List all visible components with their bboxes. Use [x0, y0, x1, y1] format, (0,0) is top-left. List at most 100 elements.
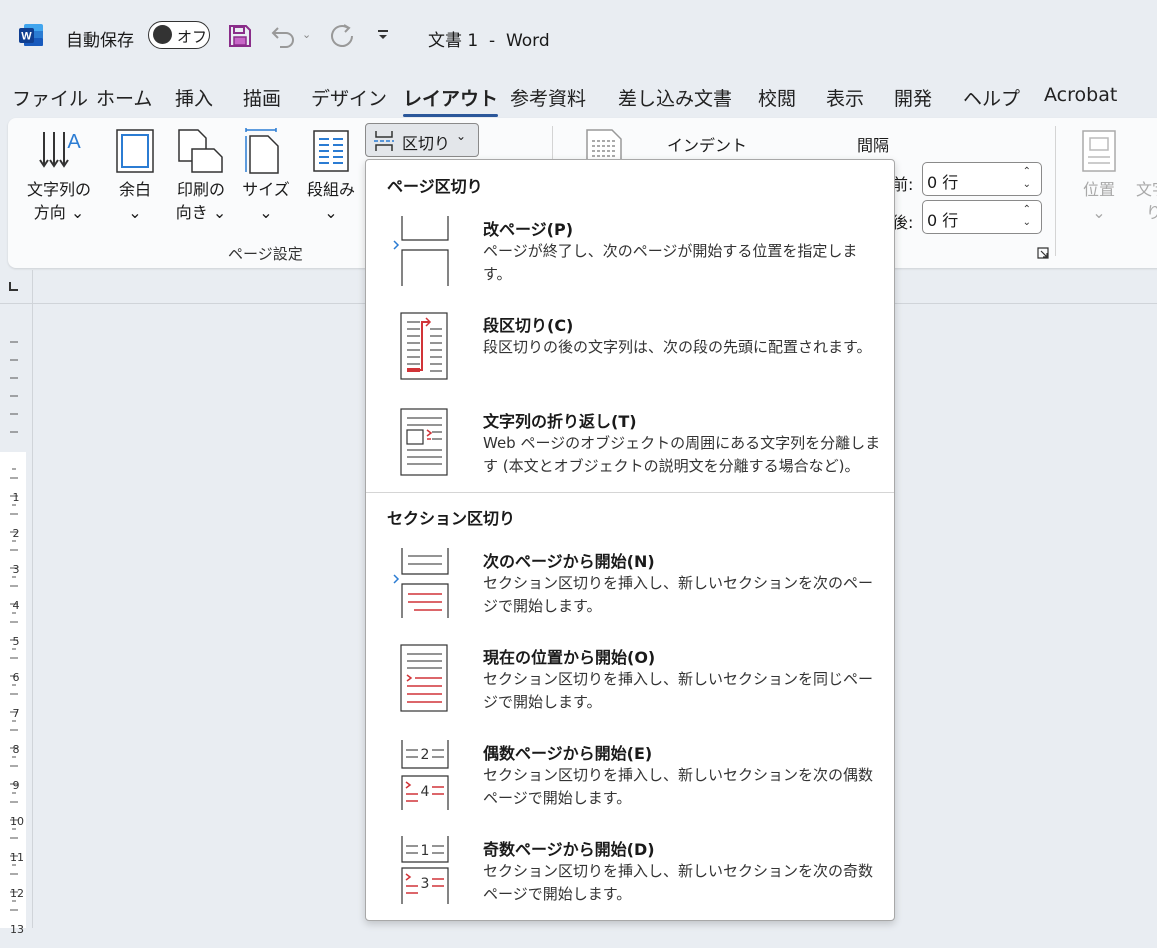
- page-break-item[interactable]: 改ページ(P) ページが終了し、次のページが開始する位置を指定します。: [366, 216, 894, 308]
- ruler-number: 9: [12, 779, 20, 792]
- column-break-item[interactable]: 段区切り(C) 段区切りの後の文字列は、次の段の先頭に配置されます。: [366, 312, 894, 404]
- dialog-launcher-icon[interactable]: [1037, 247, 1049, 259]
- wrap-text-label-1: 文字: [1136, 180, 1157, 199]
- redo-icon[interactable]: [328, 22, 356, 50]
- item-description: セクション区切りを挿入し、新しいセクションを次の奇数ページで開始します。: [483, 862, 874, 903]
- tab-file[interactable]: ファイル: [12, 84, 88, 111]
- spacing-before-value: 0 行: [927, 173, 959, 192]
- ruler-number: 10: [10, 815, 24, 828]
- tab-references[interactable]: 参考資料: [510, 84, 586, 111]
- svg-text:A: A: [67, 131, 81, 153]
- column-break-icon: [400, 312, 448, 380]
- size-label: サイズ: [242, 180, 290, 199]
- orientation-button[interactable]: 印刷の 向き ⌄: [168, 178, 234, 226]
- ruler-number: 8: [12, 743, 20, 756]
- size-button[interactable]: サイズ ⌄: [238, 178, 294, 226]
- item-title: 段区切り(C): [483, 316, 574, 335]
- spinner-arrows-icon[interactable]: ⌃ ⌄: [1023, 203, 1031, 229]
- ribbon-tabs: ファイル ホーム 挿入 描画 デザイン レイアウト 参考資料 差し込み文書 校閲…: [0, 78, 1157, 117]
- breaks-dropdown: ページ区切り 改ページ(P) ページが終了し、次のページが開始する位置を指定しま…: [365, 159, 895, 921]
- customize-toolbar-icon[interactable]: [376, 28, 390, 42]
- next-page-section-item[interactable]: 次のページから開始(N) セクション区切りを挿入し、新しいセクションを次のページ…: [366, 548, 894, 640]
- spacing-after-value: 0 行: [927, 211, 959, 230]
- continuous-section-icon: [400, 644, 448, 712]
- columns-button[interactable]: 段組み ⌄: [302, 178, 360, 226]
- item-title: 偶数ページから開始(E): [483, 744, 653, 763]
- position-button[interactable]: 位置 ⌄: [1074, 178, 1124, 226]
- save-icon[interactable]: [228, 24, 252, 48]
- text-direction-icon: A: [39, 131, 81, 168]
- ruler-number: 6: [12, 671, 20, 684]
- tab-developer[interactable]: 開発: [894, 84, 932, 111]
- text-direction-button[interactable]: 文字列の 方向 ⌄: [18, 178, 100, 226]
- margins-label: 余白: [118, 180, 151, 199]
- tab-design[interactable]: デザイン: [311, 84, 387, 111]
- breaks-button[interactable]: 区切り ⌄: [365, 123, 479, 157]
- vertical-ruler-numbers: 1 2 3 4 5 6 7 8 9 10 11 12 13: [10, 480, 24, 948]
- breaks-chevron-icon: ⌄: [456, 129, 467, 143]
- margins-icon: [116, 129, 154, 173]
- tab-home[interactable]: ホーム: [96, 84, 152, 111]
- tab-selector-icon[interactable]: [8, 282, 18, 292]
- item-description: セクション区切りを挿入し、新しいセクションを次のページで開始します。: [483, 574, 874, 615]
- orientation-label-1: 印刷の: [176, 180, 225, 199]
- item-title: 次のページから開始(N): [483, 552, 655, 571]
- item-description: ページが終了し、次のページが開始する位置を指定します。: [483, 242, 858, 283]
- orientation-icon: [178, 129, 223, 173]
- odd-page-section-item[interactable]: 1 3 奇数ページから開始(D) セクション区切りを挿入し、新しいセクションを次…: [366, 836, 894, 928]
- odd-top-number: 1: [421, 843, 430, 859]
- tab-help[interactable]: ヘルプ: [963, 84, 1020, 111]
- margins-button[interactable]: 余白 ⌄: [110, 178, 160, 226]
- tab-view[interactable]: 表示: [826, 84, 864, 111]
- undo-dropdown-icon[interactable]: ⌄: [302, 28, 311, 41]
- tab-mailings[interactable]: 差し込み文書: [618, 84, 732, 111]
- item-title: 改ページ(P): [483, 220, 574, 239]
- tab-acrobat[interactable]: Acrobat: [1044, 84, 1117, 106]
- spacing-after-label: 後:: [892, 213, 914, 232]
- page-break-icon: [393, 216, 449, 286]
- item-description: セクション区切りを挿入し、新しいセクションを同じページで開始します。: [483, 670, 874, 711]
- even-top-number: 2: [421, 747, 430, 763]
- tab-draw[interactable]: 描画: [243, 84, 281, 111]
- ruler-number: 11: [10, 851, 24, 864]
- autosave-toggle[interactable]: オフ: [148, 21, 210, 49]
- text-wrapping-item[interactable]: 文字列の折り返し(T) Web ページのオブジェクトの周囲にある文字列を分離しま…: [366, 408, 894, 500]
- ruler-number: 7: [12, 707, 20, 720]
- spacing-after-input[interactable]: 0 行 ⌃ ⌄: [922, 200, 1042, 234]
- title-bar: W 自動保存 オフ ⌄ 文書 1 - Word: [0, 0, 1157, 72]
- word-logo-icon: W: [19, 24, 43, 46]
- item-title: 現在の位置から開始(O): [483, 648, 656, 667]
- next-page-section-icon: [393, 548, 449, 618]
- spinner-arrows-icon[interactable]: ⌃ ⌄: [1023, 165, 1031, 191]
- section-divider: [366, 492, 894, 493]
- item-description: 段区切りの後の文字列は、次の段の先頭に配置されます。: [483, 338, 872, 356]
- toggle-knob: [153, 25, 172, 44]
- ruler-divider: [32, 270, 33, 928]
- columns-icon: [313, 130, 349, 172]
- even-bottom-number: 4: [421, 784, 430, 800]
- vertical-ruler: 1 2 3 4 5 6 7 8 9 10 11 12 13: [0, 300, 30, 936]
- tab-insert[interactable]: 挿入: [175, 84, 213, 111]
- tab-review[interactable]: 校閲: [758, 84, 796, 111]
- columns-label: 段組み: [306, 180, 355, 199]
- tab-layout[interactable]: レイアウト: [403, 84, 499, 117]
- page-breaks-heading: ページ区切り: [387, 177, 483, 196]
- svg-text:W: W: [21, 31, 32, 43]
- breaks-label: 区切り: [402, 134, 451, 153]
- position-label: 位置: [1082, 180, 1115, 199]
- line-numbers-icon[interactable]: [586, 129, 622, 159]
- continuous-section-item[interactable]: 現在の位置から開始(O) セクション区切りを挿入し、新しいセクションを同じページ…: [366, 644, 894, 736]
- undo-icon[interactable]: [270, 22, 298, 50]
- autosave-state: オフ: [177, 28, 208, 46]
- item-description: Web ページのオブジェクトの周囲にある文字列を分離します (本文とオブジェクト…: [483, 434, 881, 475]
- even-page-section-item[interactable]: 2 4 偶数ページから開始(E) セクション区切りを挿入し、新しいセクションを次…: [366, 740, 894, 832]
- spacing-before-input[interactable]: 0 行 ⌃ ⌄: [922, 162, 1042, 196]
- ruler-number: 3: [12, 563, 20, 576]
- position-chevron: ⌄: [1092, 203, 1106, 222]
- indent-label: インデント: [667, 136, 748, 155]
- text-wrapping-icon: [400, 408, 448, 476]
- item-title: 奇数ページから開始(D): [483, 840, 655, 859]
- document-title: 文書 1 - Word: [428, 31, 550, 51]
- wrap-text-button[interactable]: 文字 り: [1134, 178, 1157, 226]
- autosave-label: 自動保存: [66, 31, 134, 51]
